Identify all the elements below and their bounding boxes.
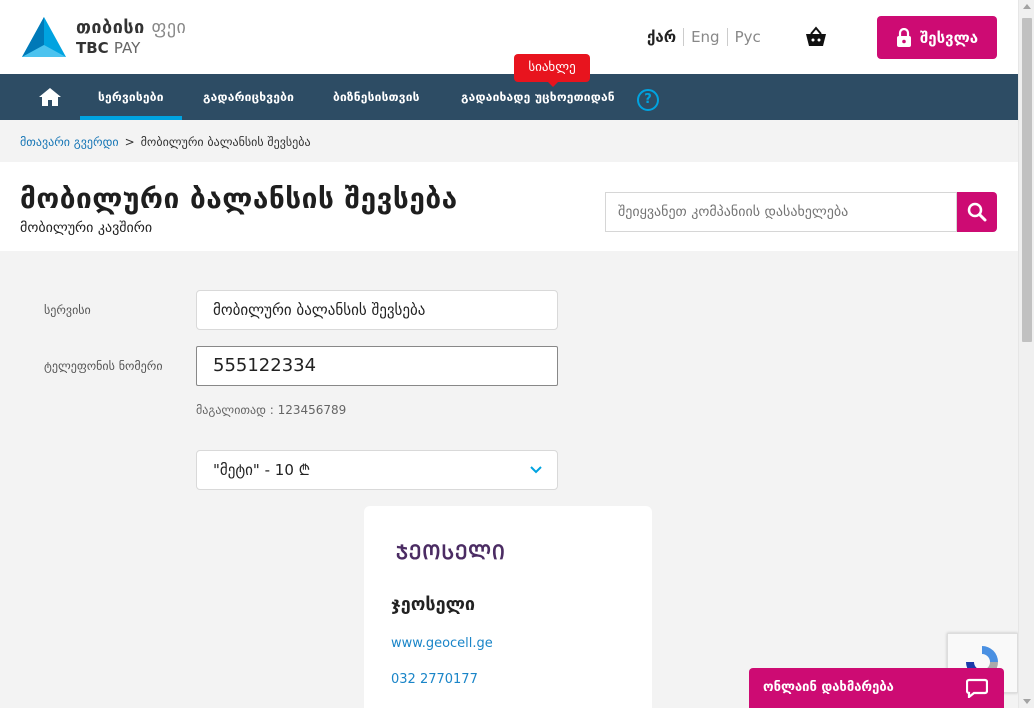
breadcrumb-home-link[interactable]: მთავარი გვერდი	[20, 135, 119, 149]
title-band: მობილური ბალანსის შევსება მობილური კავში…	[0, 162, 1018, 251]
language-switcher: ქარ Eng Рус	[647, 28, 768, 46]
nav-item-business[interactable]: ბიზნესისთვის	[333, 74, 420, 120]
page-scrollbar[interactable]	[1018, 0, 1034, 708]
provider-name: ჯეოსელი	[391, 594, 476, 615]
logo-geo-sub: ფეი	[151, 16, 187, 38]
tbc-logo-icon	[22, 17, 66, 57]
provider-card: ᲯᲔᲝᲡᲔᲚᲘ ჯეოსელი www.geocell.ge 032 27701…	[364, 506, 652, 708]
tbc-pay-logo[interactable]: თიბისი ფეი TBC PAY	[20, 15, 186, 59]
login-button[interactable]: შესვლა	[877, 16, 997, 59]
lock-icon	[896, 27, 911, 47]
provider-phone-link[interactable]: 032 2770177	[391, 672, 478, 687]
page-subtitle: მობილური კავშირი	[20, 220, 153, 236]
nav-item-transfers[interactable]: გადარიცხვები	[203, 74, 294, 120]
header: თიბისი ფეი TBC PAY ქარ Eng Рус შესვლა	[0, 0, 1018, 74]
chevron-down-icon	[530, 466, 542, 474]
breadcrumb-current: მობილური ბალანსის შევსება	[140, 135, 311, 149]
logo-en-main: TBC	[76, 38, 109, 57]
main-nav: სერვისები გადარიცხვები ბიზნესისთვის გადა…	[0, 74, 1018, 120]
provider-logo: ᲯᲔᲝᲡᲔᲚᲘ	[396, 540, 506, 564]
search-icon	[967, 202, 987, 222]
phone-number-input[interactable]: 555122334	[196, 346, 558, 386]
lang-ru[interactable]: Рус	[726, 28, 768, 46]
scroll-thumb[interactable]	[1022, 18, 1032, 342]
home-icon[interactable]	[38, 87, 62, 107]
chat-icon	[966, 678, 988, 698]
online-help-chat-button[interactable]: ონლაინ დახმარება	[749, 668, 1004, 708]
nav-item-services[interactable]: სერვისები	[80, 74, 182, 120]
lang-ka[interactable]: ქარ	[647, 28, 683, 46]
service-label: სერვისი	[44, 303, 91, 317]
logo-en-sub: PAY	[113, 38, 141, 57]
logo-geo-main: თიბისი	[76, 16, 145, 38]
new-badge: სიახლე	[514, 54, 590, 87]
breadcrumb: მთავარი გვერდი > მობილური ბალანსის შევსე…	[20, 135, 311, 149]
provider-website-link[interactable]: www.geocell.ge	[391, 636, 493, 651]
help-icon[interactable]: ?	[637, 89, 659, 111]
search-button[interactable]	[957, 192, 997, 232]
scroll-down-arrow[interactable]	[1023, 699, 1031, 704]
company-search-input[interactable]	[605, 192, 957, 232]
phone-hint: მაგალითად : 123456789	[196, 403, 347, 417]
plan-select-value: "მეტი" - 10 ₾	[213, 461, 311, 479]
page-title: მობილური ბალანსის შევსება	[20, 182, 458, 215]
lang-en[interactable]: Eng	[683, 28, 727, 46]
breadcrumb-separator: >	[124, 135, 135, 149]
phone-label: ტელეფონის ნომერი	[44, 359, 163, 373]
service-field[interactable]: მობილური ბალანსის შევსება	[196, 290, 558, 330]
cart-icon[interactable]	[804, 26, 828, 48]
login-label: შესვლა	[919, 28, 978, 47]
chat-label: ონლაინ დახმარება	[763, 680, 894, 695]
plan-select[interactable]: "მეტი" - 10 ₾	[196, 450, 558, 490]
scroll-up-arrow[interactable]	[1023, 4, 1031, 9]
